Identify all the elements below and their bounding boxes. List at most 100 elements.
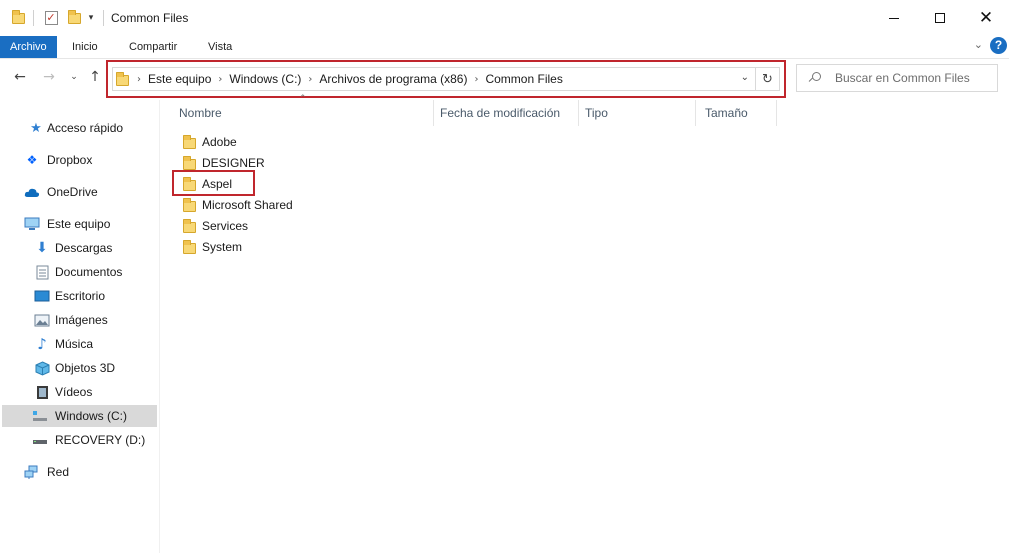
- arrow-left-icon: ←: [14, 69, 26, 85]
- ribbon-tabs: Archivo Inicio Compartir Vista ⌄ ?: [0, 36, 1009, 58]
- sidebar-item-descargas[interactable]: ⬇ Descargas: [2, 237, 157, 259]
- desktop-icon: [34, 288, 50, 304]
- drive-icon: [32, 432, 48, 448]
- sidebar-item-label: Música: [55, 337, 94, 351]
- sidebar-item-label: Objetos 3D: [55, 361, 116, 375]
- folder-icon: [183, 134, 196, 149]
- list-item[interactable]: System: [172, 236, 372, 257]
- sidebar-item-musica[interactable]: ♪ Música: [2, 333, 157, 355]
- image-icon: [34, 312, 50, 328]
- navigation-pane: ★ Acceso rápido ❖ Dropbox OneDrive Este …: [0, 100, 160, 553]
- sidebar-item-documentos[interactable]: Documentos: [2, 261, 157, 283]
- folder-icon: [183, 155, 196, 170]
- refresh-button[interactable]: ↻: [755, 68, 779, 90]
- sidebar-item-label: Descargas: [55, 241, 113, 255]
- sidebar-item-este-equipo[interactable]: Este equipo: [2, 213, 157, 235]
- computer-icon: [24, 216, 40, 232]
- file-name: Microsoft Shared: [202, 197, 293, 212]
- list-item[interactable]: Services: [172, 215, 372, 236]
- column-header-tamano[interactable]: Tamaño: [701, 100, 777, 126]
- breadcrumb-separator-icon[interactable]: ›: [218, 74, 222, 85]
- search-placeholder: Buscar en Common Files: [835, 71, 970, 85]
- breadcrumb-separator-icon[interactable]: ›: [137, 74, 141, 85]
- address-bar[interactable]: › Este equipo › Windows (C:) › Archivos …: [112, 67, 780, 91]
- breadcrumb-common-files[interactable]: Common Files: [485, 72, 562, 86]
- tab-compartir[interactable]: Compartir: [119, 36, 187, 58]
- document-icon: [34, 264, 50, 280]
- up-button[interactable]: ↑: [84, 66, 106, 88]
- checkmark-icon: ✓: [44, 11, 58, 25]
- video-icon: [34, 384, 50, 400]
- sidebar-item-videos[interactable]: Vídeos: [2, 381, 157, 403]
- window-title: Common Files: [111, 11, 189, 25]
- drive-icon: [32, 408, 48, 424]
- sidebar-item-label: Vídeos: [55, 385, 93, 399]
- file-name: DESIGNER: [202, 155, 265, 170]
- list-item[interactable]: Microsoft Shared: [172, 194, 372, 215]
- minimize-button[interactable]: [871, 0, 917, 36]
- column-header-fecha[interactable]: Fecha de modificación: [436, 100, 579, 126]
- breadcrumb-archivos-de-programa-x86[interactable]: Archivos de programa (x86): [319, 72, 467, 86]
- cube-icon: [34, 360, 50, 376]
- sidebar-item-dropbox[interactable]: ❖ Dropbox: [2, 149, 157, 171]
- folder-icon: [183, 197, 196, 212]
- sidebar-item-windows-c[interactable]: Windows (C:): [2, 405, 157, 427]
- sidebar-item-label: Este equipo: [47, 217, 111, 231]
- tab-inicio[interactable]: Inicio: [62, 36, 108, 58]
- help-icon[interactable]: ?: [990, 37, 1007, 54]
- folder-icon: [183, 218, 196, 233]
- breadcrumb-windows-c[interactable]: Windows (C:): [229, 72, 301, 86]
- toolbar-separator: [33, 10, 34, 26]
- music-icon: ♪: [37, 335, 47, 353]
- sidebar-item-label: RECOVERY (D:): [55, 433, 146, 447]
- maximize-button[interactable]: [917, 0, 963, 36]
- column-header-tipo[interactable]: Tipo: [581, 100, 696, 126]
- customize-toolbar-button[interactable]: ▾: [85, 9, 97, 27]
- star-icon: ★: [30, 120, 42, 136]
- column-header-nombre[interactable]: Nombre: [175, 100, 434, 126]
- sidebar-item-label: Imágenes: [55, 313, 108, 327]
- sidebar-item-acceso-rapido[interactable]: ★ Acceso rápido: [2, 117, 157, 139]
- address-history-chevron-icon[interactable]: ⌄: [741, 72, 749, 83]
- aspel-highlight-box: [172, 170, 255, 196]
- sidebar-item-objetos-3d[interactable]: Objetos 3D: [2, 357, 157, 379]
- breadcrumb-separator-icon[interactable]: ›: [308, 74, 312, 85]
- sidebar-item-label: Dropbox: [47, 153, 93, 167]
- properties-button[interactable]: ✓: [43, 9, 59, 27]
- expand-ribbon-icon[interactable]: ⌄: [974, 38, 983, 51]
- sidebar-item-label: Windows (C:): [55, 409, 128, 423]
- sidebar-item-imagenes[interactable]: Imágenes: [2, 309, 157, 331]
- list-item[interactable]: Adobe: [172, 131, 372, 152]
- breadcrumb-separator-icon[interactable]: ›: [474, 74, 478, 85]
- dropdown-arrow-icon: ▾: [88, 13, 94, 23]
- close-button[interactable]: ✕: [963, 0, 1009, 36]
- folder-icon: [67, 9, 81, 24]
- tab-archivo[interactable]: Archivo: [0, 36, 57, 58]
- chevron-down-icon: ⌄: [70, 72, 78, 82]
- recent-locations-button[interactable]: ⌄: [63, 66, 85, 88]
- ribbon-divider: [0, 58, 1009, 59]
- file-name: System: [202, 239, 243, 254]
- breadcrumb-este-equipo[interactable]: Este equipo: [148, 72, 211, 86]
- back-button[interactable]: ←: [9, 66, 31, 88]
- search-icon: [808, 72, 821, 84]
- sidebar-item-onedrive[interactable]: OneDrive: [2, 181, 157, 203]
- sidebar-item-label: Acceso rápido: [47, 121, 124, 135]
- file-name: Services: [202, 218, 249, 233]
- arrow-up-icon: ↑: [89, 69, 101, 85]
- sidebar-item-recovery-d[interactable]: RECOVERY (D:): [2, 429, 157, 451]
- toolbar-separator: [103, 10, 104, 26]
- sidebar-item-label: Escritorio: [55, 289, 106, 303]
- sidebar-item-red[interactable]: Red: [2, 461, 157, 483]
- tab-vista[interactable]: Vista: [198, 36, 242, 58]
- search-input[interactable]: Buscar en Common Files: [796, 64, 998, 92]
- folder-icon: [10, 9, 26, 27]
- sidebar-item-escritorio[interactable]: Escritorio: [2, 285, 157, 307]
- sidebar-item-label: OneDrive: [47, 185, 98, 199]
- download-icon: ⬇: [36, 240, 48, 256]
- sidebar-item-label: Red: [47, 465, 70, 479]
- forward-button[interactable]: →: [38, 66, 60, 88]
- new-folder-button[interactable]: [66, 9, 82, 27]
- arrow-right-icon: →: [43, 69, 55, 85]
- title-bar: ✓ ▾ Common Files ✕: [0, 0, 1009, 36]
